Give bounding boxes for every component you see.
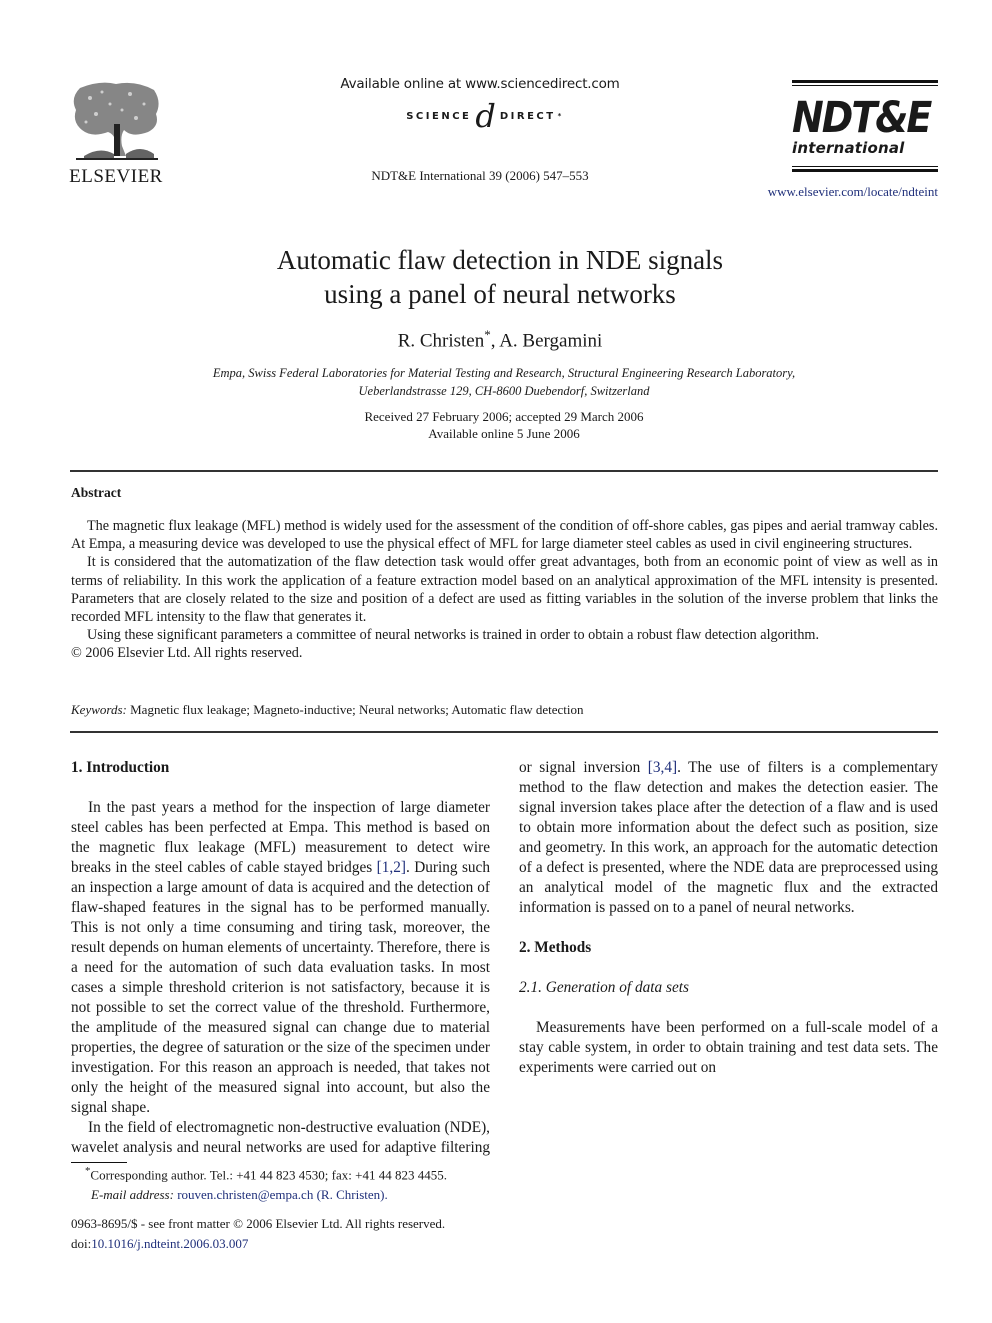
paper-title: Automatic flaw detection in NDE signals … [100, 243, 900, 311]
reference-link[interactable]: [3,4] [648, 759, 677, 776]
logo-rule [792, 169, 938, 172]
sciencedirect-logo-mark: * [557, 112, 564, 120]
paper-authors: R. Christen*, A. Bergamini [100, 327, 900, 352]
sciencedirect-at-icon: d [475, 97, 496, 135]
sciencedirect-logo-left: SCIENCE [406, 110, 472, 122]
abstract-heading: Abstract [71, 485, 122, 500]
affiliation-line: Empa, Swiss Federal Laboratories for Mat… [212, 366, 796, 380]
abstract-paragraph: The magnetic flux leakage (MFL) method i… [71, 518, 938, 553]
abstract-body: The magnetic flux leakage (MFL) method i… [71, 517, 938, 663]
doi: doi:10.1016/j.ndteint.2006.03.007 [71, 1234, 491, 1254]
logo-rule [792, 166, 938, 167]
front-matter-text: 0963-8695/$ - see front matter © 2006 El… [71, 1216, 446, 1231]
keywords-text: Magnetic flux leakage; Magneto-inductive… [130, 702, 584, 717]
intro-paragraph: In the past years a method for the inspe… [71, 798, 490, 1118]
section-heading-introduction: 1. Introduction [71, 759, 170, 776]
logo-rule [792, 80, 938, 83]
author-name[interactable]: A. Bergamini [499, 330, 602, 351]
subsection-heading: 2.1. Generation of data sets [519, 979, 689, 996]
sciencedirect-logo-right: DIRECT [499, 110, 556, 122]
journal-logo-main: NDT&E [792, 92, 932, 142]
journal-logo: NDT&E international [792, 80, 938, 182]
paper-title-line: Automatic flaw detection in NDE signals [276, 245, 724, 275]
sciencedirect-logo[interactable]: SCIENCE d DIRECT * [355, 98, 615, 134]
footnotes: *Corresponding author. Tel.: +41 44 823 … [71, 1161, 491, 1205]
abstract-paragraph: Using these significant parameters a com… [87, 627, 820, 644]
reference-link[interactable]: [1,2] [377, 859, 406, 876]
affiliation-line: Ueberlandstrasse 129, CH-8600 Duebendorf… [358, 384, 650, 398]
intro-text: . The use of filters is a complementary … [519, 759, 938, 916]
email-link[interactable]: rouven.christen@empa.ch [177, 1187, 313, 1202]
body-text: 1. Introduction In the past years a meth… [71, 758, 938, 1158]
affiliation: Empa, Swiss Federal Laboratories for Mat… [100, 364, 908, 400]
email-footnote: E-mail address: rouven.christen@empa.ch … [71, 1185, 491, 1205]
author-separator: , [490, 330, 500, 352]
corresponding-author-footnote: *Corresponding author. Tel.: +41 44 823 … [71, 1161, 491, 1185]
keywords-label: Keywords: [71, 702, 127, 717]
section-heading-methods: 2. Methods [519, 939, 592, 956]
front-matter: 0963-8695/$ - see front matter © 2006 El… [71, 1214, 491, 1254]
received-date: Received 27 February 2006; accepted 29 M… [364, 409, 644, 424]
abstract-paragraph: It is considered that the automatization… [71, 554, 938, 626]
elsevier-tree-icon [73, 82, 159, 160]
doi-label: doi: [71, 1236, 92, 1251]
journal-url-link[interactable]: www.elsevier.com/locate/ndteint [740, 184, 938, 200]
abstract-copyright: © 2006 Elsevier Ltd. All rights reserved… [71, 645, 303, 662]
doi-link[interactable]: 10.1016/j.ndteint.2006.03.007 [91, 1236, 248, 1251]
article-dates: Received 27 February 2006; accepted 29 M… [100, 408, 908, 442]
journal-logo-sub: international [792, 139, 905, 157]
elsevier-wordmark: ELSEVIER [69, 166, 163, 187]
divider [70, 470, 938, 472]
email-label: E-mail address: [91, 1187, 174, 1203]
journal-citation: NDT&E International 39 (2006) 547–553 [371, 168, 589, 183]
intro-text: . During such an inspection a large amou… [71, 859, 490, 1116]
divider [70, 731, 938, 733]
elsevier-logo: ELSEVIER [68, 80, 164, 187]
author-name[interactable]: R. Christen [398, 330, 485, 351]
paper-title-line: using a panel of neural networks [324, 279, 676, 309]
footnote-text: Corresponding author. Tel.: +41 44 823 4… [90, 1167, 447, 1183]
email-name[interactable]: (R. Christen). [313, 1187, 388, 1202]
available-online-date: Available online 5 June 2006 [428, 426, 580, 441]
keywords: Keywords: Magnetic flux leakage; Magneto… [71, 702, 938, 718]
methods-paragraph: Measurements have been performed on a fu… [519, 1019, 938, 1076]
logo-rule [792, 85, 938, 86]
sciencedirect-available-text[interactable]: Available online at www.sciencedirect.co… [300, 76, 660, 92]
